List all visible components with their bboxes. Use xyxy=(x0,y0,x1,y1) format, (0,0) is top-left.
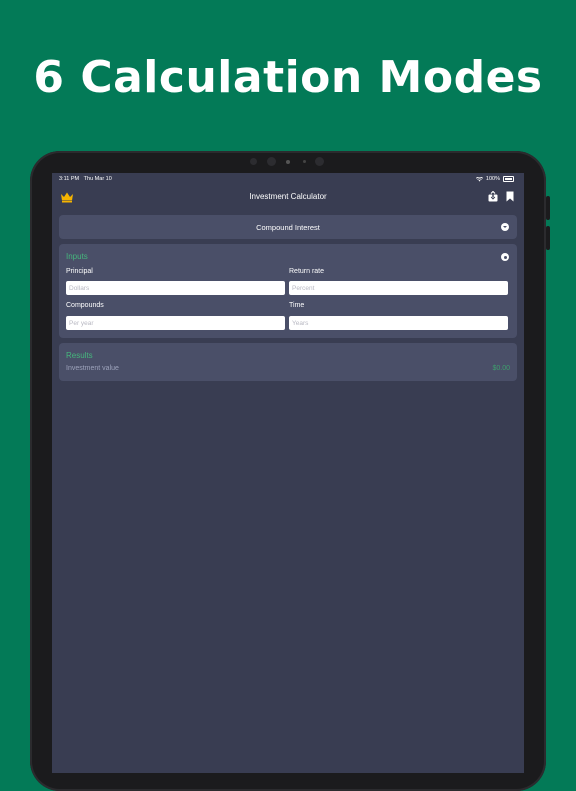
headline: 6 Calculation Modes xyxy=(33,52,543,103)
investment-value-label: Investment value xyxy=(66,365,119,372)
gear-icon[interactable] xyxy=(501,253,509,261)
inputs-title: Inputs xyxy=(66,252,88,261)
share-icon[interactable] xyxy=(488,191,498,202)
inputs-card: Inputs Principal Return rate Compounds T… xyxy=(59,244,517,338)
mode-label: Compound Interest xyxy=(256,223,320,232)
battery-icon xyxy=(503,176,514,182)
camera-bar xyxy=(30,157,546,167)
page-title: Investment Calculator xyxy=(249,192,327,201)
principal-input[interactable] xyxy=(66,281,285,295)
chevron-down-icon[interactable] xyxy=(501,223,509,231)
compounds-label: Compounds xyxy=(66,302,104,309)
wifi-icon xyxy=(475,176,483,181)
bookmark-icon[interactable] xyxy=(506,191,514,202)
app-screen: 3:11 PM Thu Mar 10 100% Investment Calcu… xyxy=(52,173,524,773)
return-rate-label: Return rate xyxy=(289,268,325,275)
time-label: Time xyxy=(289,302,305,309)
time-input[interactable] xyxy=(289,316,508,330)
return-rate-input[interactable] xyxy=(289,281,508,295)
principal-label: Principal xyxy=(66,268,93,275)
results-card: Results Investment value $0.00 xyxy=(59,343,517,381)
status-time: 3:11 PM Thu Mar 10 xyxy=(59,176,112,182)
compounds-input[interactable] xyxy=(66,316,285,330)
nav-bar: Investment Calculator xyxy=(52,185,524,209)
battery-percent: 100% xyxy=(485,176,500,182)
results-title: Results xyxy=(66,351,93,360)
status-date: Thu Mar 10 xyxy=(83,176,112,182)
status-bar: 3:11 PM Thu Mar 10 100% xyxy=(52,173,524,185)
mode-selector[interactable]: Compound Interest xyxy=(59,215,517,239)
investment-value: $0.00 xyxy=(492,365,510,372)
